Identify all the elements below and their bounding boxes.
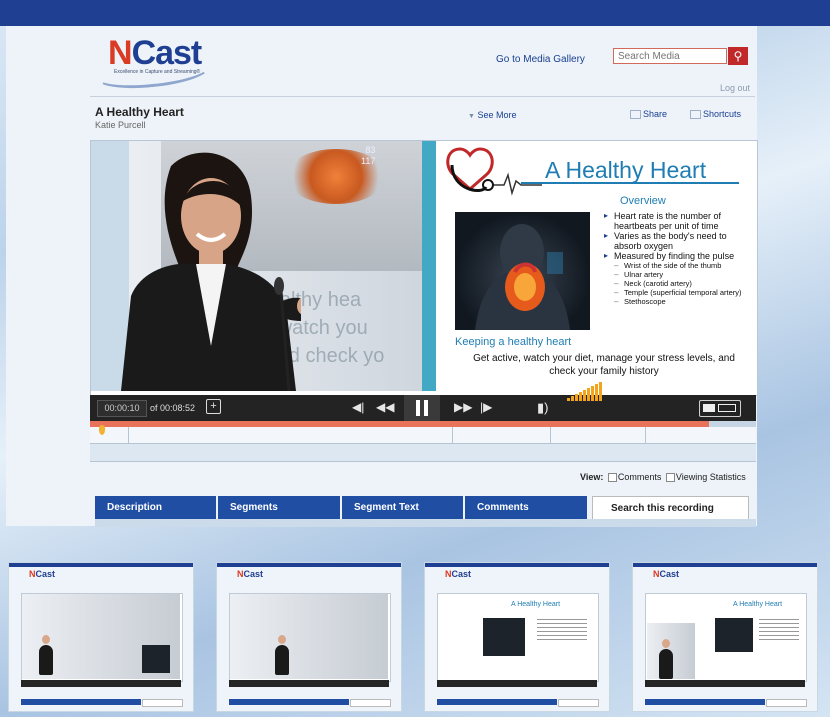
segment-divider [452, 427, 453, 443]
search-icon: ⚲ [733, 49, 743, 63]
share-button[interactable]: Share [630, 109, 668, 120]
slide-sub-bullet: Stethoscope [604, 297, 754, 306]
see-more-label: See More [477, 110, 517, 120]
volume-icon[interactable]: ▮) [537, 400, 548, 416]
shortcuts-button[interactable]: Shortcuts [690, 109, 742, 120]
view-options: View: Comments Viewing Statistics [580, 472, 746, 483]
layout-button[interactable] [699, 400, 741, 417]
heart-xray-image [455, 212, 590, 330]
header-divider [90, 96, 755, 97]
slide-title-underline [521, 182, 739, 184]
comments-label: Comments [617, 472, 662, 482]
stethoscope-icon [446, 147, 542, 196]
keeping-text: Get active, watch your diet, manage your… [473, 353, 735, 377]
skip-end-icon[interactable]: |▶ [480, 400, 492, 414]
recording-author: Katie Purcell [95, 120, 146, 130]
add-bookmark-icon[interactable]: + [206, 399, 221, 414]
search-button[interactable]: ⚲ [728, 47, 748, 65]
slide-sub-bullet: Ulnar artery [604, 270, 754, 279]
keeping-heading: Keeping a healthy heart [455, 336, 572, 348]
tab-comments[interactable]: Comments [465, 496, 587, 519]
layout-thumbnail-1[interactable]: NCast [8, 562, 194, 712]
tab-segment-text[interactable]: Segment Text [342, 496, 463, 519]
segment-divider [128, 427, 129, 443]
pause-icon [416, 400, 420, 416]
tab-search-recording[interactable]: Search this recording [592, 496, 749, 519]
layout-icon-pane [718, 404, 736, 412]
slide-bullet: Measured by finding the pulse [604, 251, 754, 261]
chapter-strip [90, 444, 756, 462]
tab-segments[interactable]: Segments [218, 496, 340, 519]
rewind-icon[interactable]: ◀◀ [376, 400, 394, 414]
logo-tagline: Excellence in Capture and Streaming® [114, 69, 201, 75]
viewing-statistics-checkbox[interactable] [665, 473, 675, 483]
segment-divider [645, 427, 646, 443]
thumbnail-slide-title: A Healthy Heart [733, 601, 783, 608]
pause-button[interactable] [404, 395, 440, 421]
pause-icon-bar [424, 400, 428, 416]
tab-underline [95, 519, 756, 527]
pane-divider [422, 141, 436, 391]
search-media-input[interactable] [613, 48, 727, 64]
video-pane[interactable]: 83 117 a healthy hea ive, watch you ls, a… [91, 141, 422, 391]
tab-description[interactable]: Description [95, 496, 216, 519]
playhead-marker[interactable] [99, 425, 105, 435]
presenter-figure [121, 152, 301, 391]
monitor-readout: 83 117 [361, 145, 376, 166]
slide-bullet: Heart rate is the number of heartbeats p… [604, 211, 754, 231]
slide-bullet: Varies as the body's need to absorb oxyg… [604, 231, 754, 251]
keyboard-icon [690, 110, 701, 120]
top-bar [0, 0, 830, 26]
chevron-down-icon: ▼ [468, 113, 475, 120]
slide-bullet-list: Heart rate is the number of heartbeats p… [604, 211, 754, 306]
layout-thumbnail-2[interactable]: NCast [216, 562, 402, 712]
share-icon [630, 110, 641, 120]
layout-thumbnail-4[interactable]: NCast A Healthy Heart [632, 562, 818, 712]
see-more-button[interactable]: ▼ See More [468, 110, 516, 120]
slide-overview-heading: Overview [620, 195, 666, 207]
logo-name: NCast [108, 34, 202, 72]
current-time[interactable]: 00:00:10 [97, 400, 147, 417]
fast-forward-icon[interactable]: ▶▶ [454, 400, 472, 414]
ncast-logo[interactable]: NCast Excellence in Capture and Streamin… [94, 34, 220, 93]
duration-label: of 00:08:52 [150, 403, 196, 413]
viewing-statistics-label: Viewing Statistics [675, 472, 746, 482]
slide-sub-bullet: Temple (superficial temporal artery) [604, 288, 754, 297]
layout-icon [703, 404, 715, 412]
comments-checkbox[interactable] [607, 473, 617, 483]
skip-start-icon[interactable]: ◀​| [352, 400, 364, 414]
thumbnail-slide-title: A Healthy Heart [511, 601, 561, 608]
shortcuts-label: Shortcuts [703, 109, 742, 119]
share-label: Share [643, 109, 668, 119]
slide-sub-bullet: Wrist of the side of the thumb [604, 261, 754, 270]
slide-title: A Healthy Heart [545, 157, 707, 183]
segment-timeline[interactable] [90, 425, 756, 444]
segment-divider [550, 427, 551, 443]
media-gallery-link[interactable]: Go to Media Gallery [496, 54, 585, 65]
logout-link[interactable]: Log out [720, 83, 750, 93]
view-label: View: [580, 472, 604, 482]
recording-title: A Healthy Heart [95, 105, 184, 119]
slide-sub-bullet: Neck (carotid artery) [604, 279, 754, 288]
layout-thumbnail-3[interactable]: NCast A Healthy Heart [424, 562, 610, 712]
